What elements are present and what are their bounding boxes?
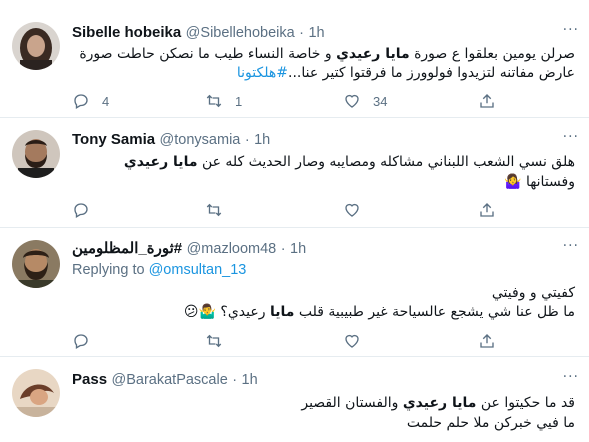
tweet-text-line: هلق نسي الشعب اللبناني مشاكله ومصايبه وص… <box>124 153 575 172</box>
retweet-count: 1 <box>235 93 243 109</box>
reply-icon <box>74 203 88 218</box>
retweet-icon <box>206 203 222 217</box>
bold-name: مايا <box>269 304 295 320</box>
reply-button[interactable] <box>72 200 90 220</box>
like-icon <box>345 334 359 348</box>
more-icon[interactable]: ··· <box>563 22 579 38</box>
share-button[interactable] <box>478 331 496 351</box>
display-name[interactable]: Tony Samia <box>72 131 155 148</box>
tweet-text-line: ما فيي خبركن ملا حلم حلمت <box>407 414 575 433</box>
share-button[interactable] <box>478 91 496 111</box>
tweet[interactable]: ثورة_المظلومين# @mazloom48 · 1h ··· Repl… <box>0 228 589 357</box>
user-handle[interactable]: @BarakatPascale <box>112 372 228 388</box>
text-fragment: هلق نسي الشعب اللبناني مشاكله ومصايبه وص… <box>197 154 575 170</box>
text-fragment: والفستان القصير <box>301 395 403 411</box>
like-button[interactable] <box>343 331 361 351</box>
bold-name: مايا رعيدي <box>336 46 410 62</box>
text-fragment: و خاصة النساء طيب ما نصكن حاطت صورة <box>79 46 337 62</box>
reply-icon <box>74 334 88 349</box>
tweet-text-line: عارض مفاتنه لتزيدوا فولوورز ما فرقتوا كت… <box>237 64 575 83</box>
text-fragment: وفستانها <box>525 174 575 190</box>
tweet[interactable]: Sibelle hobeika @Sibellehobeika · 1h ···… <box>0 0 589 118</box>
retweet-icon <box>206 334 222 348</box>
display-name[interactable]: Sibelle hobeika <box>72 24 181 41</box>
share-icon <box>480 94 494 108</box>
separator: · <box>244 132 250 148</box>
user-handle[interactable]: @tonysamia <box>160 132 241 148</box>
tweet[interactable]: Tony Samia @tonysamia · 1h ··· هلق نسي ا… <box>0 118 589 228</box>
reply-button[interactable]: 4 <box>72 91 109 111</box>
share-icon <box>480 203 494 217</box>
retweet-icon <box>206 94 222 108</box>
more-icon[interactable]: ··· <box>563 129 579 145</box>
replying-label: Replying to <box>72 262 145 278</box>
tweet-text-line: ما ظل عنا شي يشجع عالسياحة غير طبيبية قل… <box>184 303 575 322</box>
avatar[interactable] <box>12 369 60 417</box>
more-icon[interactable]: ··· <box>563 238 579 254</box>
user-handle[interactable]: @Sibellehobeika <box>186 25 295 41</box>
emoji: 🤷‍♀️ <box>504 174 522 190</box>
retweet-button[interactable] <box>205 200 223 220</box>
hashtag-link[interactable]: #هلكتونا <box>237 65 288 81</box>
reply-icon <box>74 94 88 109</box>
tweet-text-line: صرلن يومين بعلقوا ع صورة مايا رعيدي و خا… <box>79 45 575 64</box>
more-icon[interactable]: ··· <box>563 369 579 385</box>
replying-to: Replying to @omsultan_13 <box>72 262 246 278</box>
retweet-button[interactable]: 1 <box>205 91 242 111</box>
bold-name: مايا رعيدي <box>123 154 198 170</box>
timestamp[interactable]: 1h <box>290 241 306 257</box>
timestamp[interactable]: 1h <box>308 25 324 41</box>
separator: · <box>299 25 305 41</box>
text-fragment: قد ما حكيتوا عن <box>476 395 575 411</box>
display-name[interactable]: Pass <box>72 371 107 388</box>
like-count: 34 <box>373 93 388 109</box>
share-icon <box>480 334 494 348</box>
reply-count: 4 <box>102 93 110 109</box>
text-fragment: عارض مفاتنه لتزيدوا فولوورز ما فرقتوا كت… <box>288 65 575 81</box>
separator: · <box>232 372 238 388</box>
text-fragment: ما ظل عنا شي يشجع عالسياحة غير طبيبية قل… <box>294 304 575 320</box>
user-handle[interactable]: @mazloom48 <box>187 241 277 257</box>
avatar[interactable] <box>12 22 60 70</box>
bold-name: مايا رعيدي <box>402 395 477 411</box>
text-fragment: ما فيي خبركن ملا حلم حلمت <box>406 415 575 431</box>
tweet-text-line: قد ما حكيتوا عن مايا رعيدي والفستان القص… <box>301 394 575 413</box>
avatar[interactable] <box>12 240 60 288</box>
like-button[interactable] <box>343 200 361 220</box>
timestamp[interactable]: 1h <box>242 372 258 388</box>
like-button[interactable]: 34 <box>343 91 387 111</box>
separator: · <box>280 241 286 257</box>
tweet-text-line: كفيتي و وفيتي <box>492 284 575 303</box>
tweet[interactable]: Pass @BarakatPascale · 1h ··· قد ما حكيت… <box>0 357 589 442</box>
emoji: 🤷‍♂️😕 <box>183 304 216 320</box>
text-fragment: صرلن يومين بعلقوا ع صورة <box>409 46 575 62</box>
like-icon <box>345 203 359 217</box>
display-name[interactable]: ثورة_المظلومين# <box>72 240 182 257</box>
like-icon <box>345 94 359 108</box>
mention-link[interactable]: @omsultan_13 <box>149 262 247 278</box>
tweet-text-line: وفستانها 🤷‍♀️ <box>504 173 575 192</box>
text-fragment: رعيدي؟ <box>220 304 270 320</box>
reply-button[interactable] <box>72 331 90 351</box>
avatar[interactable] <box>12 130 60 178</box>
text-fragment: كفيتي و وفيتي <box>491 285 575 301</box>
timestamp[interactable]: 1h <box>254 132 270 148</box>
retweet-button[interactable] <box>205 331 223 351</box>
share-button[interactable] <box>478 200 496 220</box>
